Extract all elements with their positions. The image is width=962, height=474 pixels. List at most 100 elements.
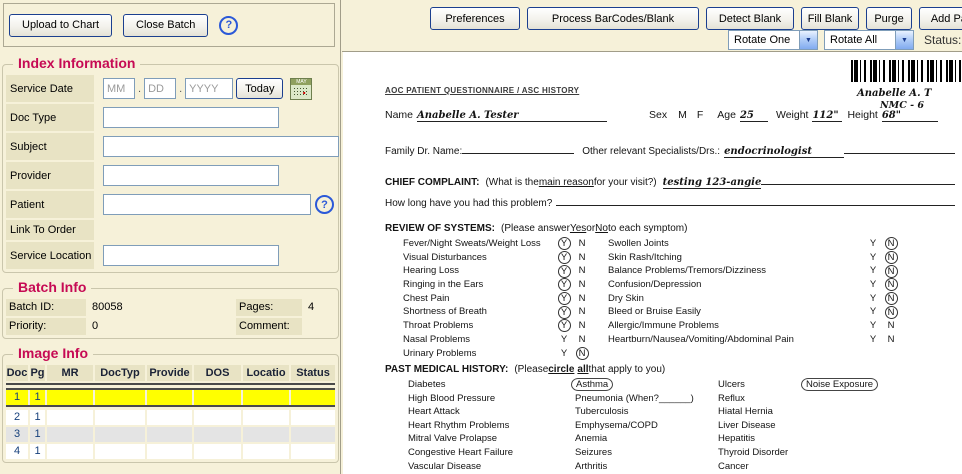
service-location-input[interactable]	[103, 245, 279, 266]
subject-input[interactable]	[103, 136, 339, 157]
provider-input[interactable]	[103, 165, 279, 186]
history-item: Seizures	[575, 446, 694, 460]
image-info-section: Image Info DocPgMRDocTypProvideDOSLocati…	[2, 354, 339, 463]
process-barcodes-button[interactable]: Process BarCodes/Blank	[527, 7, 699, 30]
chevron-down-icon: ▼	[799, 31, 817, 49]
yes-mark-circled: Y	[558, 306, 571, 319]
symptom-label: Heartburn/Nausea/Vomiting/Abdominal Pain	[608, 333, 864, 347]
table-cell: 1	[30, 410, 45, 425]
symptom-row: Ringing in the EarsYN	[403, 278, 591, 292]
doc-type-input[interactable]	[103, 107, 279, 128]
close-batch-button[interactable]: Close Batch	[123, 14, 208, 37]
calendar-icon[interactable]: MAY	[290, 78, 312, 100]
service-date-mm-input[interactable]	[103, 78, 135, 99]
pmh-column-4: Noise Exposure	[805, 378, 878, 392]
history-item-label: Congestive Heart Failure	[408, 447, 513, 458]
symptom-label: Ringing in the Ears	[403, 278, 555, 292]
calendar-grid	[293, 87, 309, 97]
yes-mark-circled: Y	[558, 237, 571, 250]
table-cell	[243, 427, 289, 442]
history-item-label: Hiatal Hernia	[718, 406, 773, 417]
other-specialists-value: endocrinologist	[724, 146, 844, 158]
table-row[interactable]: 31	[6, 427, 335, 442]
table-cell	[47, 444, 93, 459]
top-toolbar: Preferences Process BarCodes/Blank Detec…	[342, 0, 962, 52]
history-item: Ulcers	[718, 378, 788, 392]
comment-value	[302, 318, 335, 335]
table-cell	[47, 427, 93, 442]
preferences-button[interactable]: Preferences	[430, 7, 520, 30]
help-icon[interactable]: ?	[219, 16, 238, 35]
table-row[interactable]: 41	[6, 444, 335, 459]
how-long-label: How long have you had this problem?	[385, 198, 552, 209]
symptom-label: Bleed or Bruise Easily	[608, 305, 864, 319]
no-mark: N	[573, 292, 591, 306]
symptom-row: Dry SkinYN	[608, 292, 900, 306]
yes-mark: Y	[864, 333, 882, 347]
patient-row: Patient ?	[6, 191, 335, 218]
ros-or-word: or	[586, 223, 595, 234]
name-value: Anabelle A. Tester	[417, 110, 607, 122]
ros-prompt: (Please answer	[501, 223, 570, 234]
fill-blank-button[interactable]: Fill Blank	[801, 7, 859, 30]
pmh-prompt-post: that apply to you)	[589, 364, 666, 375]
line-blank	[761, 174, 955, 185]
patient-input[interactable]	[103, 194, 311, 215]
table-row[interactable]: 11	[6, 388, 335, 407]
document-chief-complaint-line: CHIEF COMPLAINT: (What is the main reaso…	[385, 174, 955, 189]
rotate-all-select[interactable]: Rotate All ▼	[824, 30, 914, 50]
today-button[interactable]: Today	[236, 78, 283, 99]
yes-mark: Y	[864, 251, 882, 265]
symptom-label: Shortness of Breath	[403, 305, 555, 319]
table-cell: 3	[6, 427, 28, 442]
symptom-row: Allergic/Immune ProblemsYN	[608, 319, 900, 333]
doc-type-row: Doc Type	[6, 104, 335, 131]
subject-row: Subject	[6, 133, 335, 160]
symptom-label: Hearing Loss	[403, 264, 555, 278]
history-item: Hiatal Hernia	[718, 405, 788, 419]
detect-blank-button[interactable]: Detect Blank	[706, 7, 794, 30]
rotate-all-value: Rotate All	[825, 34, 877, 46]
history-item: Asthma	[575, 378, 694, 392]
upload-to-chart-button[interactable]: Upload to Chart	[9, 14, 112, 37]
yes-mark: Y	[864, 237, 882, 251]
history-item: Emphysema/COPD	[575, 419, 694, 433]
table-cell	[95, 427, 145, 442]
table-cell	[194, 444, 241, 459]
history-item: Arthritis	[575, 460, 694, 474]
yes-mark: Y	[864, 278, 882, 292]
service-date-yyyy-input[interactable]	[185, 78, 233, 99]
batch-info-title: Batch Info	[13, 279, 91, 295]
yes-mark-circled: Y	[558, 278, 571, 291]
history-item-label: Heart Rhythm Problems	[408, 420, 509, 431]
document-family-dr-line: Family Dr. Name: Other relevant Speciali…	[385, 143, 955, 158]
batch-scanning-app: Upload to Chart Close Batch ? Index Info…	[0, 0, 962, 474]
service-date-dd-input[interactable]	[144, 78, 176, 99]
table-cell	[291, 410, 335, 425]
document-form-title: AOC PATIENT QUESTIONNAIRE / ASC HISTORY	[385, 86, 579, 95]
symptom-row: Balance Problems/Tremors/DizzinessYN	[608, 264, 900, 278]
add-page-button[interactable]: Add Page	[919, 7, 962, 30]
table-cell: 1	[30, 390, 45, 405]
pmh-circle-word: circle	[548, 364, 574, 375]
pmh-all-word: all	[577, 364, 588, 375]
table-cell	[243, 410, 289, 425]
table-cell	[47, 390, 93, 405]
doc-type-label: Doc Type	[6, 104, 94, 131]
status-label: Status:	[924, 33, 961, 47]
history-item-label: Hepatitis	[718, 433, 755, 444]
provider-row: Provider	[6, 162, 335, 189]
weight-label: Weight	[776, 109, 809, 121]
symptom-row: Nasal ProblemsYN	[403, 333, 591, 347]
table-cell	[291, 427, 335, 442]
age-label: Age	[717, 109, 736, 121]
yes-mark-circled: Y	[558, 292, 571, 305]
rotate-one-select[interactable]: Rotate One ▼	[728, 30, 818, 50]
history-item-label: Cancer	[718, 461, 749, 472]
table-row[interactable]: 21	[6, 410, 335, 425]
ros-yes-word: Yes	[570, 223, 586, 234]
priority-label: Priority:	[6, 318, 86, 335]
purge-button[interactable]: Purge	[866, 7, 912, 30]
patient-help-icon[interactable]: ?	[315, 195, 334, 214]
toolbar-rotate-row: Rotate One ▼ Rotate All ▼ Status:	[728, 30, 961, 50]
